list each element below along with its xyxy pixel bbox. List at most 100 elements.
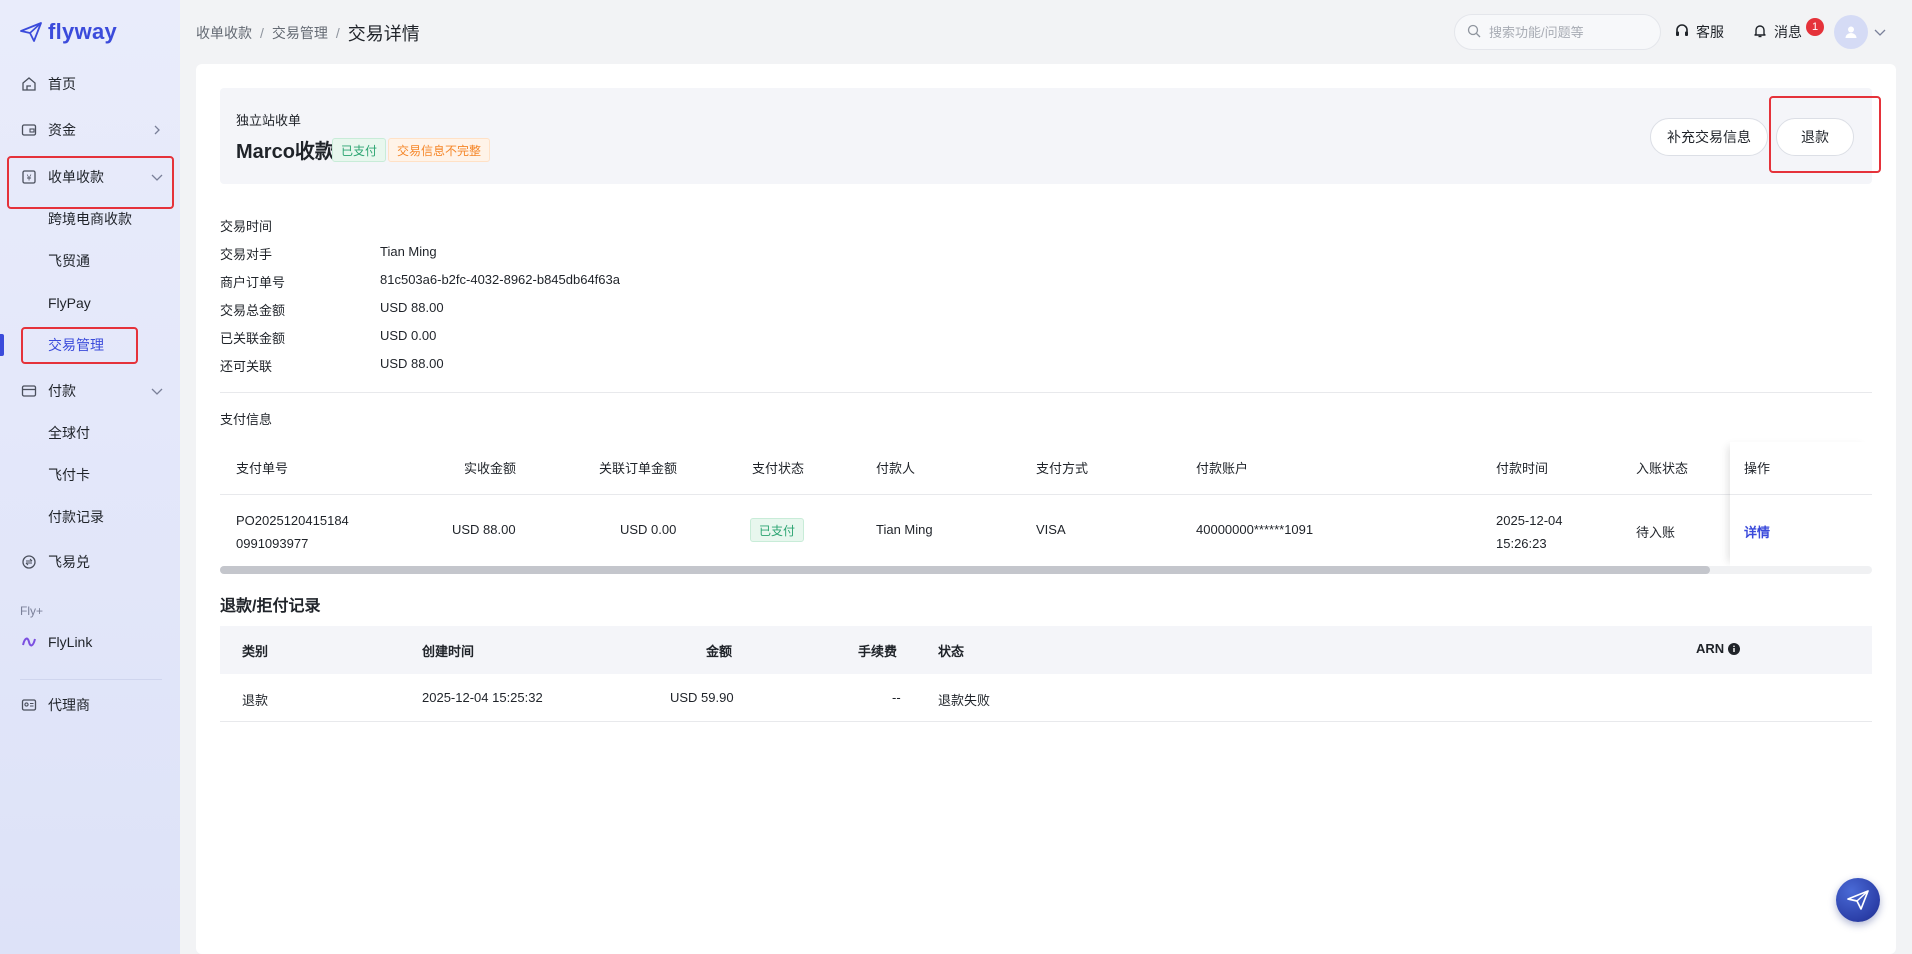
column-header: 创建时间 bbox=[422, 644, 475, 659]
column-header: 付款人 bbox=[876, 461, 916, 476]
info-label: 还可关联 bbox=[220, 359, 273, 374]
column-header-arn: ARN bbox=[1696, 641, 1741, 656]
user-icon bbox=[1845, 26, 1857, 38]
chevron-right-icon bbox=[149, 122, 165, 138]
info-row-time: 交易时间 bbox=[220, 216, 380, 236]
supplement-info-button[interactable]: 补充交易信息 bbox=[1650, 118, 1768, 156]
refund-table-header: 类别 创建时间 金额 手续费 状态 ARN bbox=[220, 626, 1872, 674]
sidebar-subitem-flycard[interactable]: 飞付卡 bbox=[48, 463, 90, 487]
breadcrumb-separator: / bbox=[260, 25, 264, 41]
info-row-order-id: 商户订单号 81c503a6-b2fc-4032-8962-b845db64f6… bbox=[220, 272, 620, 292]
refund-created-cell: 2025-12-04 15:25:32 bbox=[422, 690, 543, 705]
sidebar-item-funds[interactable]: 资金 bbox=[20, 116, 165, 144]
sidebar-subitem-feimaotong[interactable]: 飞贸通 bbox=[48, 249, 90, 273]
sidebar-subitem-flypay[interactable]: FlyPay bbox=[48, 291, 91, 315]
sidebar-item-flylink[interactable]: FlyLink bbox=[20, 628, 165, 656]
column-header: 支付单号 bbox=[236, 461, 289, 476]
linked-amount-cell: USD 0.00 bbox=[620, 522, 677, 537]
brand-logo[interactable]: flyway bbox=[20, 18, 117, 46]
payer-cell: Tian Ming bbox=[876, 522, 933, 537]
sidebar-subitem-transactions[interactable]: 交易管理 bbox=[48, 333, 104, 357]
info-value: USD 0.00 bbox=[380, 328, 437, 343]
column-header-label: ARN bbox=[1696, 641, 1725, 656]
method-cell: VISA bbox=[1036, 522, 1066, 537]
refund-type-cell: 退款 bbox=[242, 693, 269, 708]
sidebar-item-exchange[interactable]: 飞易兑 bbox=[20, 548, 165, 576]
column-header-operation: 操作 bbox=[1744, 461, 1771, 476]
message-count-badge: 1 bbox=[1806, 18, 1824, 36]
horizontal-scrollbar-thumb[interactable] bbox=[220, 566, 1710, 574]
main-panel: 独立站收单 Marco收款 已支付 交易信息不完整 补充交易信息 退款 交易时间… bbox=[196, 64, 1896, 954]
chevron-down-icon bbox=[149, 383, 165, 399]
sidebar-item-collection[interactable]: ¥ 收单收款 bbox=[20, 163, 165, 191]
breadcrumb-item-transactions[interactable]: 交易管理 bbox=[272, 23, 328, 43]
sidebar-item-agent[interactable]: 代理商 bbox=[20, 691, 165, 719]
column-header: 关联订单金额 bbox=[599, 461, 678, 476]
column-header: 金额 bbox=[706, 644, 733, 659]
info-icon[interactable] bbox=[1728, 642, 1741, 655]
info-row-counterparty: 交易对手 Tian Ming bbox=[220, 244, 437, 264]
sidebar-item-home[interactable]: 首页 bbox=[20, 70, 165, 98]
sidebar-item-label: 收单收款 bbox=[48, 169, 104, 185]
messages-button[interactable]: 消息 bbox=[1752, 20, 1802, 44]
search-box[interactable] bbox=[1454, 14, 1661, 50]
chevron-down-icon bbox=[149, 169, 165, 185]
payment-id-line2: 0991093977 bbox=[236, 536, 309, 551]
column-header: 类别 bbox=[242, 644, 269, 659]
bell-icon bbox=[1752, 23, 1768, 42]
operation-column: 操作 详情 bbox=[1730, 442, 1872, 566]
entry-status-cell: 待入账 bbox=[1636, 525, 1676, 540]
sidebar-item-label: 飞易兑 bbox=[48, 554, 90, 570]
refund-button[interactable]: 退款 bbox=[1776, 118, 1854, 156]
brand-name: flyway bbox=[48, 19, 118, 44]
search-input[interactable] bbox=[1489, 24, 1649, 40]
info-label: 交易对手 bbox=[220, 247, 273, 262]
payment-time-cell: 2025-12-04 15:26:23 bbox=[1496, 509, 1563, 555]
sidebar: flyway 首页 资金 ¥ 收单收款 跨境电商收款 飞贸通 FlyPay 交易… bbox=[0, 0, 180, 954]
refund-amount-cell: USD 59.90 bbox=[670, 690, 734, 705]
flylink-icon bbox=[20, 633, 38, 651]
sidebar-subitem-payment-records[interactable]: 付款记录 bbox=[48, 505, 104, 529]
paper-plane-icon bbox=[1847, 890, 1869, 910]
table-row: 退款 2025-12-04 15:25:32 USD 59.90 -- 退款失败 bbox=[220, 690, 1872, 738]
account-cell: 40000000******1091 bbox=[1196, 522, 1314, 537]
id-card-icon bbox=[20, 696, 38, 714]
status-badge-paid: 已支付 bbox=[332, 138, 387, 162]
payment-id-cell: PO2025120415184 0991093977 bbox=[236, 509, 349, 555]
customer-service-button[interactable]: 客服 bbox=[1674, 20, 1724, 44]
info-value: 81c503a6-b2fc-4032-8962-b845db64f63a bbox=[380, 272, 620, 287]
sidebar-item-payment[interactable]: 付款 bbox=[20, 377, 165, 405]
sidebar-item-label: 首页 bbox=[48, 76, 76, 92]
floating-assistant-button[interactable] bbox=[1836, 878, 1880, 922]
page-title: 交易详情 bbox=[347, 24, 420, 44]
divider bbox=[220, 494, 1730, 495]
breadcrumb-item-collection[interactable]: 收单收款 bbox=[196, 23, 252, 43]
column-header: 支付状态 bbox=[752, 461, 805, 476]
paper-plane-logo-icon bbox=[20, 22, 42, 42]
info-row-linked: 已关联金额 USD 0.00 bbox=[220, 328, 436, 348]
payment-section-title: 支付信息 bbox=[220, 412, 273, 427]
payment-status-badge: 已支付 bbox=[750, 518, 805, 542]
column-header: 手续费 bbox=[858, 644, 898, 659]
divider bbox=[220, 392, 1872, 393]
divider bbox=[1730, 494, 1872, 495]
sidebar-subitem-globalpay[interactable]: 全球付 bbox=[48, 421, 90, 445]
column-header: 付款账户 bbox=[1196, 461, 1249, 476]
breadcrumb: 收单收款 / 交易管理 / 交易详情 bbox=[196, 20, 420, 46]
info-row-total: 交易总金额 USD 88.00 bbox=[220, 300, 444, 320]
details-link[interactable]: 详情 bbox=[1744, 522, 1770, 541]
avatar[interactable] bbox=[1834, 15, 1868, 49]
sidebar-subitem-crossborder[interactable]: 跨境电商收款 bbox=[48, 207, 132, 231]
refund-fee-cell: -- bbox=[892, 690, 901, 705]
info-label: 商户订单号 bbox=[220, 275, 286, 290]
sidebar-divider bbox=[20, 679, 162, 680]
status-badge-incomplete: 交易信息不完整 bbox=[388, 138, 491, 162]
column-header: 实收金额 bbox=[464, 461, 517, 476]
divider bbox=[220, 721, 1872, 722]
column-header: 入账状态 bbox=[1636, 461, 1689, 476]
chevron-down-icon[interactable] bbox=[1874, 24, 1886, 40]
exchange-icon bbox=[20, 553, 38, 571]
refund-section-title: 退款/拒付记录 bbox=[220, 598, 321, 615]
svg-text:¥: ¥ bbox=[26, 174, 31, 183]
sidebar-item-label: 代理商 bbox=[48, 697, 90, 713]
